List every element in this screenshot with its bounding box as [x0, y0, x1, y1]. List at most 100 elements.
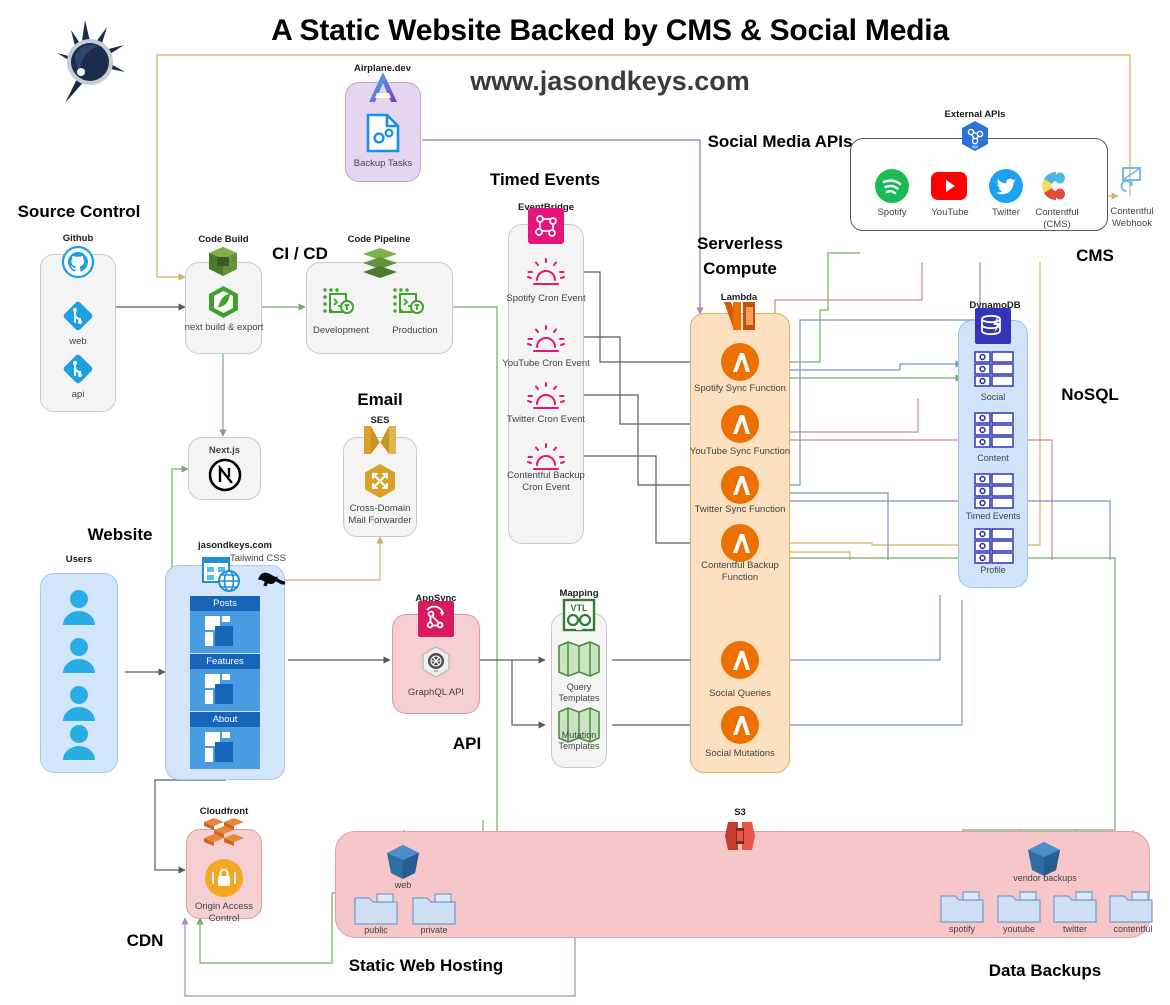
lambda-function-icon	[720, 404, 760, 444]
site-page-about-label: About	[212, 714, 238, 725]
static-web-hosting-header: Static Web Hosting	[348, 956, 504, 975]
page-title: A Static Website Backed by CMS & Social …	[271, 14, 949, 47]
cdn-header: CDN	[126, 931, 164, 950]
site-page-posts-label: Posts	[213, 598, 237, 609]
lambda-youtube-sync-label: YouTube Sync Function	[689, 446, 791, 457]
users-service-label: Users	[65, 554, 93, 565]
page-subtitle: www.jasondkeys.com	[470, 66, 750, 96]
folder-icon	[996, 888, 1042, 926]
data-backups-header: Data Backups	[988, 961, 1102, 980]
cron-schedule-icon	[525, 382, 567, 412]
nextjs-icon	[208, 458, 242, 492]
lambda-function-icon	[720, 640, 760, 680]
dynamodb-table-icon	[974, 528, 1016, 568]
cms-header: CMS	[1076, 246, 1114, 265]
github-icon	[61, 245, 95, 279]
s3-folder-twitter-label: twitter	[1062, 924, 1087, 934]
user-icon	[60, 587, 98, 627]
lambda-function-icon	[720, 523, 760, 563]
graphql-api-icon: api	[419, 645, 453, 679]
lambda-function-icon	[720, 465, 760, 505]
social-media-apis-header: Social Media APIs	[707, 132, 853, 151]
pipeline-stage-icon	[322, 286, 356, 316]
svg-text:api: api	[434, 669, 439, 673]
lambda-function-icon	[720, 342, 760, 382]
folder-icon	[353, 890, 399, 928]
ses-node-label: Cross-Domain Mail Forwarder	[348, 503, 412, 526]
vtl-icon: VTL	[562, 598, 596, 632]
contentful-webhook-label: Contentful Webhook	[1110, 206, 1154, 229]
git-repo-icon	[62, 300, 94, 332]
website-header: Website	[87, 525, 153, 544]
eyeball-burst-logo	[45, 15, 135, 110]
folder-icon	[1108, 888, 1154, 926]
site-page-posts[interactable]: Posts	[190, 596, 260, 653]
github-repo-web-label: web	[69, 336, 87, 347]
pipeline-stage-icon	[392, 286, 426, 316]
page-header-bar: Posts	[190, 596, 260, 611]
user-icon	[60, 683, 98, 723]
airplane-node-label: Backup Tasks	[353, 158, 413, 169]
tailwind-css-icon	[255, 568, 287, 590]
origin-access-control-icon	[204, 858, 244, 898]
mapping-query-templates-label: Query Templates	[558, 682, 600, 703]
cron-schedule-icon	[525, 325, 567, 355]
webhook-hook-icon	[1114, 166, 1148, 206]
s3-folder-spotify-label: spotify	[948, 924, 975, 934]
aws-lambda-icon	[721, 298, 759, 334]
github-service-label: Github	[62, 233, 94, 244]
folder-icon	[939, 888, 985, 926]
folder-icon	[1052, 888, 1098, 926]
spotify-icon	[874, 168, 910, 204]
svg-text:api: api	[972, 144, 978, 149]
code-build-service-label: Code Build	[198, 234, 249, 245]
airplane-dev-icon	[364, 68, 402, 106]
external-apis-service-label: External APIs	[944, 109, 1006, 120]
folder-icon	[411, 890, 457, 928]
git-repo-icon	[62, 353, 94, 385]
page-layout-icon	[190, 611, 260, 653]
s3-folder-contentful-label: contentful	[1113, 924, 1153, 934]
cron-schedule-icon	[525, 258, 567, 288]
lambda-contentful-backup-label: Contentful Backup Function	[701, 560, 779, 583]
dynamodb-table-icon	[974, 351, 1016, 391]
code-pipeline-production-label: Production	[392, 325, 438, 336]
cron-schedule-icon	[525, 443, 567, 473]
cron-contentful-backup-label: Contentful Backup Cron Event	[507, 470, 585, 493]
dynamodb-table-icon	[974, 412, 1016, 452]
site-service-label: jasondkeys.com	[198, 540, 272, 551]
s3-vendor-backups-label: vendor backups	[1013, 873, 1077, 883]
site-page-features-label: Features	[206, 656, 244, 667]
s3-service-label: S3	[734, 807, 746, 818]
email-header: Email	[357, 390, 403, 409]
api-header: API	[452, 734, 482, 753]
user-icon	[60, 635, 98, 675]
dynamodb-table-content-label: Content	[977, 453, 1009, 463]
page-layout-icon	[190, 727, 260, 769]
page-layout-icon	[190, 669, 260, 711]
serverless-compute-header: Serverless Compute	[696, 234, 784, 278]
aws-s3-icon	[722, 818, 758, 854]
timed-events-header: Timed Events	[489, 170, 601, 189]
s3-folder-private-label: private	[420, 925, 448, 935]
dynamodb-table-social-label: Social	[980, 392, 1006, 402]
tasks-gears-document-icon	[364, 112, 402, 154]
svg-text:VTL: VTL	[571, 603, 589, 613]
tailwind-css-label: Tailwind CSS	[230, 553, 286, 564]
site-page-features[interactable]: Features	[190, 654, 260, 711]
aws-eventbridge-icon	[528, 208, 564, 244]
aws-codebuild-icon	[205, 245, 241, 279]
contentful-icon	[1038, 168, 1074, 204]
page-header-bar: Features	[190, 654, 260, 669]
youtube-icon	[930, 168, 968, 204]
user-icon	[60, 722, 98, 762]
aws-cloudfront-icon	[200, 812, 248, 852]
source-control-header: Source Control	[17, 202, 141, 221]
origin-access-control-label: Origin Access Control	[194, 901, 254, 924]
github-repo-api-label: api	[71, 389, 85, 400]
aws-appsync-icon	[418, 601, 454, 637]
build-hexagon-icon	[207, 285, 240, 319]
site-page-about[interactable]: About	[190, 712, 260, 769]
lambda-twitter-sync-label: Twitter Sync Function	[694, 504, 786, 515]
cron-youtube-label: YouTube Cron Event	[502, 358, 590, 369]
